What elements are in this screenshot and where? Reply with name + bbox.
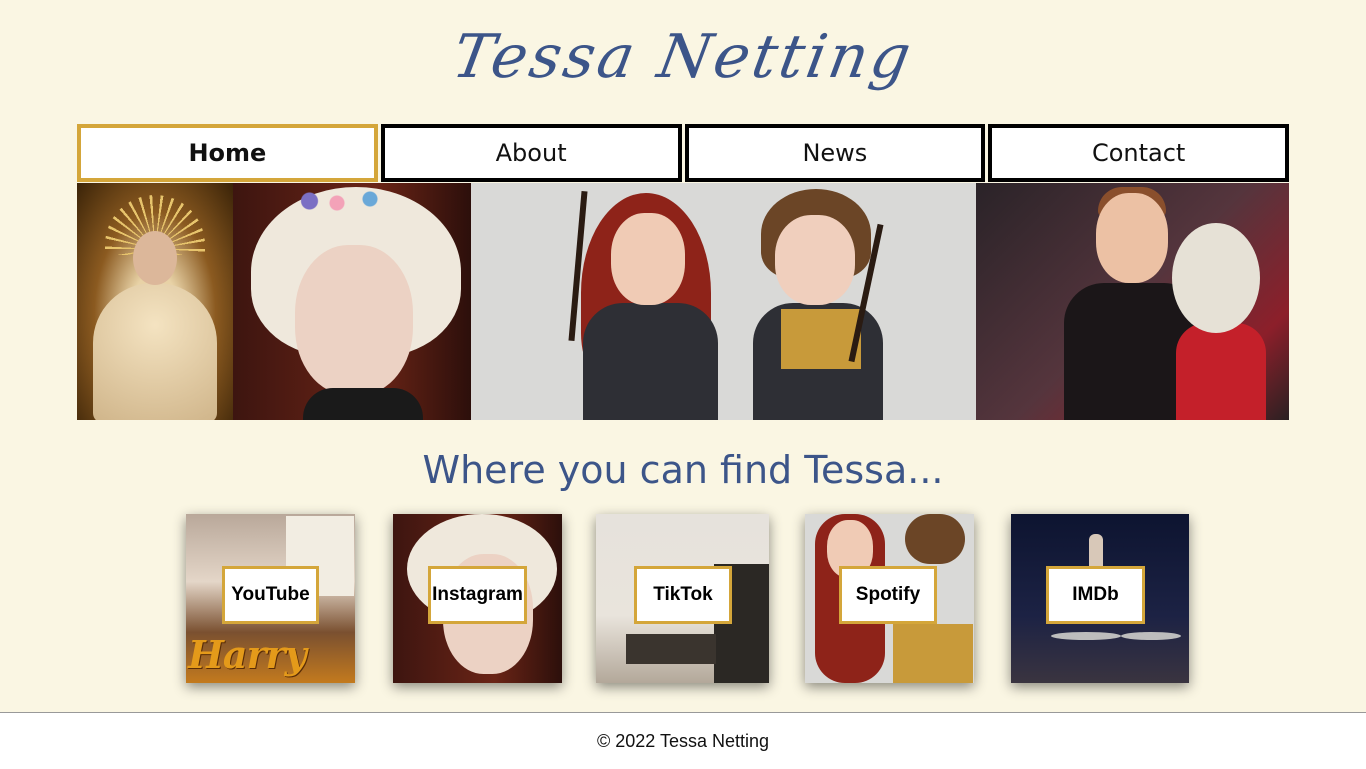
card-spotify[interactable]: Spotify: [805, 514, 974, 683]
tiktok-link-label[interactable]: TikTok: [634, 566, 732, 624]
spider-costume: [1176, 323, 1266, 420]
youtube-link-label[interactable]: YouTube: [222, 566, 319, 624]
card-imdb[interactable]: IMDb: [1011, 514, 1189, 683]
footer: © 2022 Tessa Netting: [0, 712, 1366, 769]
imdb-link-label[interactable]: IMDb: [1046, 566, 1145, 624]
banner-photo-flower-crown: [233, 183, 471, 420]
social-links: Harry Potter YouTube Instagram TikTok Sp…: [186, 514, 1189, 683]
card-instagram[interactable]: Instagram: [393, 514, 562, 683]
stage-table: [1121, 632, 1181, 640]
nav-news[interactable]: News: [684, 124, 986, 182]
face-left: [611, 213, 685, 305]
instagram-link-label[interactable]: Instagram: [428, 566, 527, 624]
banner-photo-halo-portrait: [77, 183, 233, 420]
portrait-face: [295, 245, 413, 395]
banner-photo-wands: [471, 183, 976, 420]
hero-banner: [77, 183, 1289, 420]
mustard-shirt: [893, 624, 973, 683]
bench: [626, 634, 716, 664]
face-right: [775, 215, 855, 305]
nav-contact[interactable]: Contact: [988, 124, 1289, 182]
banner-photo-kiss: [976, 183, 1289, 420]
man-face: [1096, 193, 1168, 283]
site-logo-title[interactable]: Tessa Netting: [0, 22, 1366, 92]
card-tiktok[interactable]: TikTok: [596, 514, 769, 683]
flower-crown: [293, 191, 403, 211]
harry-potter-logo: Harry Potter: [188, 632, 315, 683]
white-hair: [1172, 223, 1260, 333]
tulle-dress: [93, 283, 217, 420]
card-youtube[interactable]: Harry Potter YouTube: [186, 514, 355, 683]
copyright-text: © 2022 Tessa Netting: [596, 730, 770, 751]
main-nav: Home About News Contact: [77, 124, 1289, 182]
black-shirt: [303, 388, 423, 420]
nav-home[interactable]: Home: [77, 124, 378, 182]
portrait-face: [133, 231, 177, 285]
apron-left: [583, 303, 718, 420]
stage-table: [1051, 632, 1121, 640]
brown-hair: [905, 514, 965, 564]
spotify-link-label[interactable]: Spotify: [839, 566, 937, 624]
section-heading: Where you can find Tessa...: [422, 448, 944, 492]
nav-about[interactable]: About: [380, 124, 682, 182]
